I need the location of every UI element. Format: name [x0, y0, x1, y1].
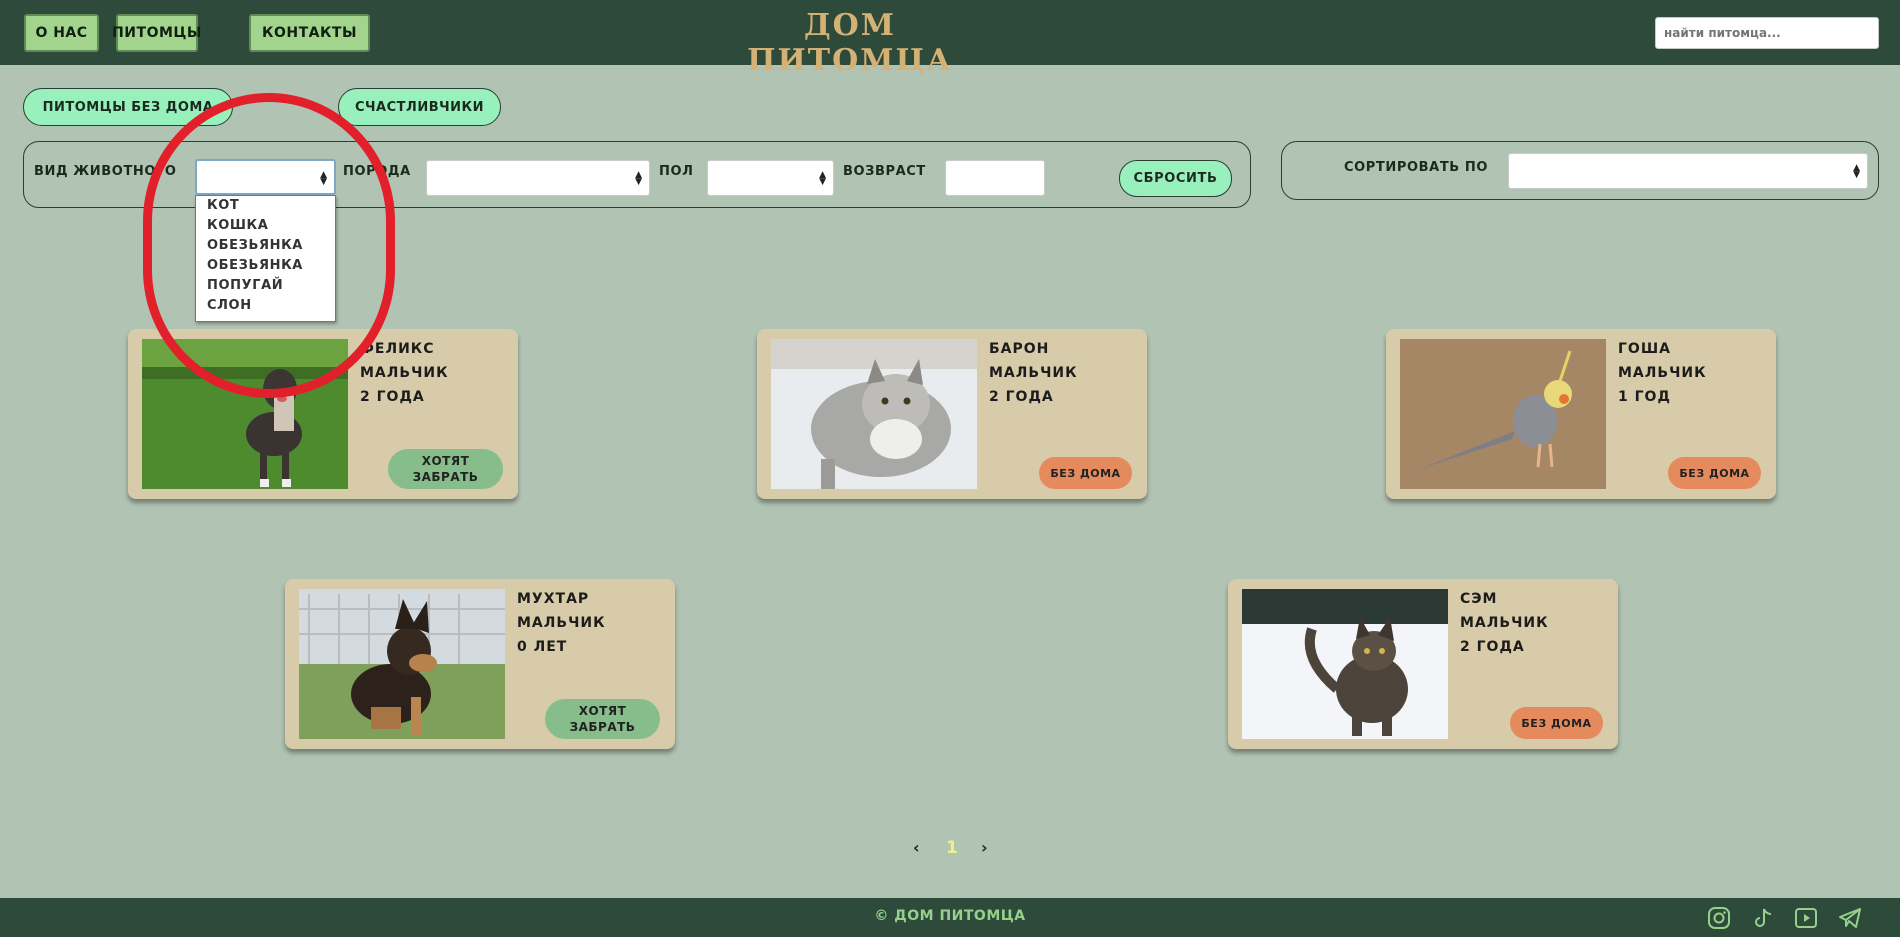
site-footer: © дом питомца	[0, 898, 1900, 937]
pagination-next-button[interactable]: ›	[981, 838, 988, 857]
pet-age: 0 лет	[517, 639, 568, 655]
pet-card[interactable]: барон мальчик 2 года без дома	[757, 329, 1147, 499]
pet-photo-dog	[299, 589, 505, 739]
pet-card[interactable]: мухтар мальчик 0 лет хотят забрать	[285, 579, 675, 749]
pet-name: барон	[989, 341, 1050, 357]
status-homeless-badge[interactable]: без дома	[1510, 707, 1603, 739]
reset-filters-button[interactable]: сбросить	[1119, 160, 1232, 197]
nav-contacts-button[interactable]: контакты	[249, 14, 370, 52]
sex-select[interactable]: ▲ ▼	[707, 160, 834, 196]
breed-label: порода	[343, 164, 411, 179]
age-label: возвраст	[843, 164, 926, 179]
site-title: дом питомца	[747, 8, 953, 78]
species-option[interactable]: кот	[196, 196, 335, 216]
pet-name: сэм	[1460, 591, 1498, 607]
pet-name: феликс	[360, 341, 435, 357]
pet-photo-dog	[142, 339, 348, 489]
select-arrows-icon: ▲ ▼	[819, 170, 826, 187]
youtube-icon[interactable]	[1794, 906, 1818, 930]
species-option[interactable]: попугай	[196, 276, 335, 296]
pet-sex: мальчик	[1618, 365, 1707, 381]
species-option[interactable]: кошка	[196, 216, 335, 236]
pet-card[interactable]: феликс мальчик 2 года хотят забрать	[128, 329, 518, 499]
breed-select[interactable]: ▲ ▼	[426, 160, 650, 196]
pet-card[interactable]: гоша мальчик 1 год без дома	[1386, 329, 1776, 499]
pagination-current-page[interactable]: 1	[946, 838, 958, 858]
pet-age: 2 года	[1460, 639, 1525, 655]
species-select[interactable]: ▲ ▼	[195, 159, 336, 195]
nav-pets-button[interactable]: питомцы	[112, 14, 201, 52]
tab-homeless-pets[interactable]: питомцы без дома	[23, 88, 233, 126]
pet-photo-cat	[1242, 589, 1448, 739]
status-homeless-badge[interactable]: без дома	[1668, 457, 1761, 489]
sex-label: пол	[659, 164, 694, 179]
pet-photo-parrot	[1400, 339, 1606, 489]
pet-age: 2 года	[360, 389, 425, 405]
pet-sex: мальчик	[360, 365, 449, 381]
species-option[interactable]: обезьянка	[196, 236, 335, 256]
sort-label: сортировать по	[1344, 160, 1489, 175]
tab-lucky-pets[interactable]: счастливчики	[338, 88, 501, 126]
pet-name: гоша	[1618, 341, 1671, 357]
age-input[interactable]	[945, 160, 1045, 196]
site-header: о нас питомцы контакты дом питомца	[0, 0, 1900, 78]
select-arrows-icon: ▲ ▼	[320, 170, 327, 187]
telegram-icon[interactable]	[1838, 906, 1862, 930]
nav-about-button[interactable]: о нас	[24, 14, 99, 52]
species-label: вид животного	[34, 164, 177, 179]
search-input[interactable]	[1655, 17, 1879, 49]
species-option[interactable]: обезьянка	[196, 256, 335, 276]
footer-copyright: © дом питомца	[874, 908, 1026, 924]
sort-select[interactable]: ▲ ▼	[1508, 153, 1868, 189]
select-arrows-icon: ▲ ▼	[635, 170, 642, 187]
species-option[interactable]: слон	[196, 296, 335, 316]
pet-name: мухтар	[517, 591, 590, 607]
pet-sex: мальчик	[1460, 615, 1549, 631]
pagination-prev-button[interactable]: ‹	[913, 838, 920, 857]
instagram-icon[interactable]	[1707, 906, 1731, 930]
select-arrows-icon: ▲ ▼	[1853, 163, 1860, 180]
pet-sex: мальчик	[989, 365, 1078, 381]
pet-age: 2 года	[989, 389, 1054, 405]
pet-age: 1 год	[1618, 389, 1671, 405]
pet-sex: мальчик	[517, 615, 606, 631]
status-want-button[interactable]: хотят забрать	[388, 449, 503, 489]
status-want-button[interactable]: хотят забрать	[545, 699, 660, 739]
pet-photo-cat	[771, 339, 977, 489]
species-dropdown-list: кот кошка обезьянка обезьянка попугай сл…	[195, 195, 336, 322]
pet-card[interactable]: сэм мальчик 2 года без дома	[1228, 579, 1618, 749]
tiktok-icon[interactable]	[1751, 906, 1775, 930]
status-homeless-badge[interactable]: без дома	[1039, 457, 1132, 489]
